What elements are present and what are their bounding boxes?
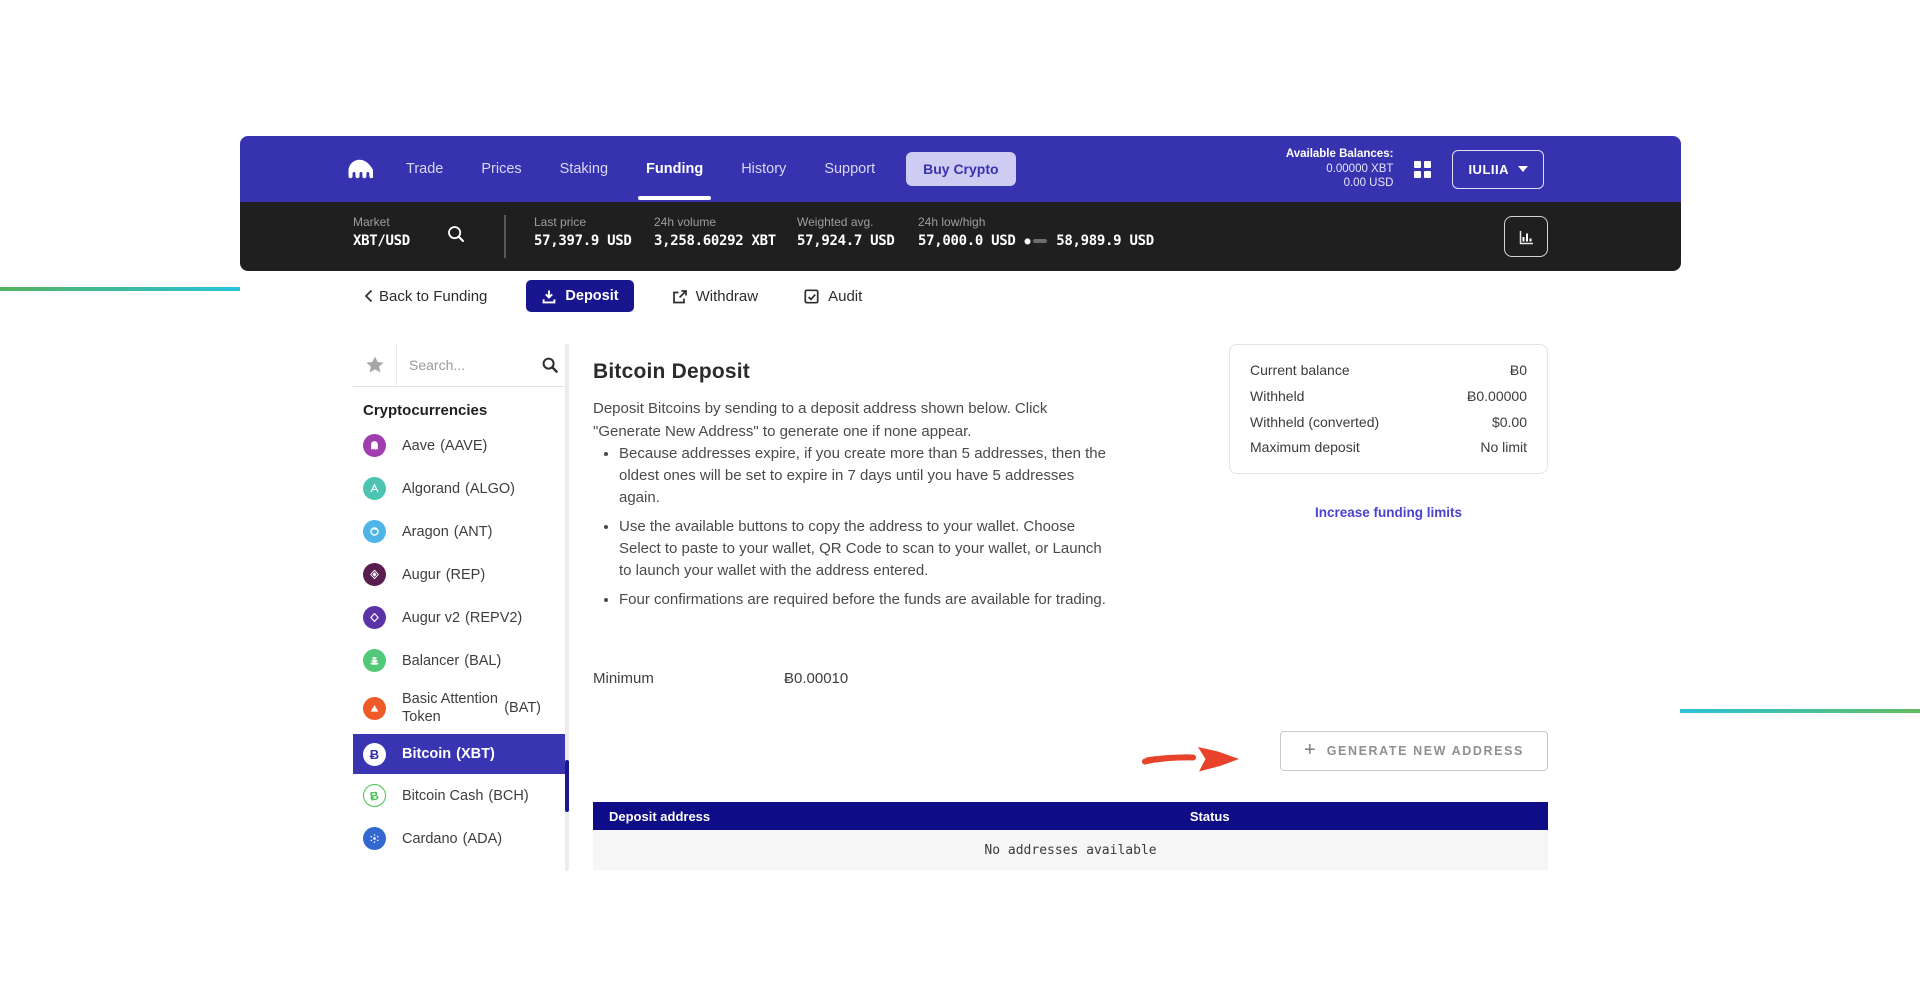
kraken-logo[interactable] <box>346 157 373 181</box>
page-title: Bitcoin Deposit <box>593 360 750 384</box>
back-to-funding-link[interactable]: Back to Funding <box>364 288 487 305</box>
sidebar-heading: Cryptocurrencies <box>363 402 569 419</box>
algorand-icon <box>363 477 386 500</box>
buy-crypto-button[interactable]: Buy Crypto <box>906 152 1015 186</box>
page: Trade Prices Staking Funding History Sup… <box>0 0 1920 1008</box>
favorites-star-icon[interactable] <box>353 344 397 386</box>
balances-title: Available Balances: <box>1286 147 1394 162</box>
tab-withdraw[interactable]: Withdraw <box>671 288 759 305</box>
stat-24h-volume: 24h volume 3,258.60292 XBT <box>654 215 776 249</box>
audit-icon <box>803 288 820 305</box>
user-menu-button[interactable]: IULIIA <box>1452 150 1544 189</box>
note-item: Four confirmations are required before t… <box>619 589 1111 611</box>
augur-v2-icon <box>363 606 386 629</box>
deposit-notes: Because addresses expire, if you create … <box>598 443 1111 618</box>
nav-item-support[interactable]: Support <box>824 161 875 177</box>
col-deposit-address: Deposit address <box>593 809 1190 824</box>
currency-list: Aave (AAVE) Algorand (ALGO) Aragon (ANT)… <box>353 424 569 860</box>
sidebar-search-row <box>353 344 569 387</box>
minimum-row: Minimum Ƀ0.00010 <box>593 670 1093 687</box>
plus-icon: + <box>1304 740 1316 760</box>
market-ticker-bar: Market XBT/USD Last price 57,397.9 USD 2… <box>240 202 1681 271</box>
nav-right-group: Available Balances: 0.00000 XBT 0.00 USD… <box>1286 147 1544 191</box>
chart-icon[interactable] <box>1504 216 1548 257</box>
bitcoin-cash-icon: Ƀ <box>363 784 386 807</box>
tab-audit[interactable]: Audit <box>803 288 862 305</box>
market-label: Market <box>353 215 410 229</box>
ticker-divider <box>504 215 506 258</box>
currency-item-ant[interactable]: Aragon (ANT) <box>353 510 569 553</box>
withdraw-icon <box>671 288 688 305</box>
nav-item-history[interactable]: History <box>741 161 786 177</box>
currency-item-bal[interactable]: Balancer (BAL) <box>353 639 569 682</box>
stat-low-high: 24h low/high 57,000.0 USD ● 58,989.9 USD <box>918 215 1154 249</box>
annotation-arrow <box>1142 744 1256 779</box>
app-header: Trade Prices Staking Funding History Sup… <box>240 136 1681 271</box>
augur-icon <box>363 563 386 586</box>
low-value: 57,000.0 USD <box>918 233 1016 249</box>
apps-grid-icon[interactable] <box>1414 161 1431 178</box>
note-item: Because addresses expire, if you create … <box>619 443 1111 509</box>
table-header: Deposit address Status <box>593 802 1548 830</box>
tab-deposit[interactable]: Deposit <box>526 280 633 312</box>
stat-last-price: Last price 57,397.9 USD <box>534 215 632 249</box>
nav-item-trade[interactable]: Trade <box>406 161 443 177</box>
aragon-icon <box>363 520 386 543</box>
funding-tabs: Back to Funding Deposit Withdraw Audit <box>364 279 907 313</box>
bat-icon <box>363 697 386 720</box>
balance-card: Current balance Ƀ0 Withheld Ƀ0.00000 Wit… <box>1229 344 1548 474</box>
currency-item-repv2[interactable]: Augur v2 (REPV2) <box>353 596 569 639</box>
intro-text: Deposit Bitcoins by sending to a deposit… <box>593 398 1100 443</box>
deposit-icon <box>541 289 557 304</box>
nav-menu: Trade Prices Staking Funding History Sup… <box>387 161 894 177</box>
nav-item-staking[interactable]: Staking <box>560 161 608 177</box>
minimum-label: Minimum <box>593 670 784 687</box>
available-balances: Available Balances: 0.00000 XBT 0.00 USD <box>1286 147 1394 191</box>
deposit-address-table: Deposit address Status No addresses avai… <box>593 802 1548 870</box>
currency-item-xbt[interactable]: Ƀ Bitcoin (XBT) <box>353 734 569 774</box>
generate-new-address-button[interactable]: + GENERATE NEW ADDRESS <box>1280 731 1548 771</box>
gradient-line-left <box>0 287 240 291</box>
card-row-withheld: Withheld Ƀ0.00000 <box>1250 388 1527 405</box>
user-caret-icon <box>1518 166 1528 172</box>
balance-usd: 0.00 USD <box>1286 176 1394 191</box>
range-indicator: ● <box>1025 236 1031 247</box>
col-status: Status <box>1190 809 1230 824</box>
stat-weighted-avg: Weighted avg. 57,924.7 USD <box>797 215 895 249</box>
bitcoin-icon: Ƀ <box>363 743 386 766</box>
card-row-maximum-deposit: Maximum deposit No limit <box>1250 439 1527 456</box>
cardano-icon <box>363 827 386 850</box>
nav-item-prices[interactable]: Prices <box>481 161 521 177</box>
balancer-icon <box>363 649 386 672</box>
user-name: IULIIA <box>1468 162 1509 177</box>
currency-item-bat[interactable]: Basic Attention Token (BAT) <box>353 682 569 734</box>
note-item: Use the available buttons to copy the ad… <box>619 516 1111 582</box>
gradient-line-right <box>1680 709 1920 713</box>
balance-xbt: 0.00000 XBT <box>1286 162 1394 177</box>
currency-sidebar: Cryptocurrencies Aave (AAVE) Algorand (A… <box>353 344 569 871</box>
increase-funding-limits-link[interactable]: Increase funding limits <box>1229 505 1548 520</box>
nav-item-funding[interactable]: Funding <box>646 161 703 177</box>
card-row-withheld-converted: Withheld (converted) $0.00 <box>1250 414 1527 431</box>
sidebar-search-icon[interactable] <box>541 356 559 379</box>
currency-item-algo[interactable]: Algorand (ALGO) <box>353 467 569 510</box>
currency-item-bch[interactable]: Ƀ Bitcoin Cash (BCH) <box>353 774 569 817</box>
card-row-current-balance: Current balance Ƀ0 <box>1250 362 1527 379</box>
back-chevron-icon <box>364 289 373 303</box>
aave-icon <box>363 434 386 457</box>
currency-item-ada[interactable]: Cardano (ADA) <box>353 817 569 860</box>
minimum-value: Ƀ0.00010 <box>784 670 848 687</box>
currency-item-aave[interactable]: Aave (AAVE) <box>353 424 569 467</box>
high-value: 58,989.9 USD <box>1056 233 1154 249</box>
top-nav: Trade Prices Staking Funding History Sup… <box>240 136 1681 202</box>
ticker-search-icon[interactable] <box>446 224 466 249</box>
currency-item-rep[interactable]: Augur (REP) <box>353 553 569 596</box>
market-pair-block: Market XBT/USD <box>353 215 410 249</box>
table-empty-row: No addresses available <box>593 830 1548 870</box>
market-pair: XBT/USD <box>353 233 410 249</box>
sidebar-scrollbar-thumb[interactable] <box>565 760 569 812</box>
